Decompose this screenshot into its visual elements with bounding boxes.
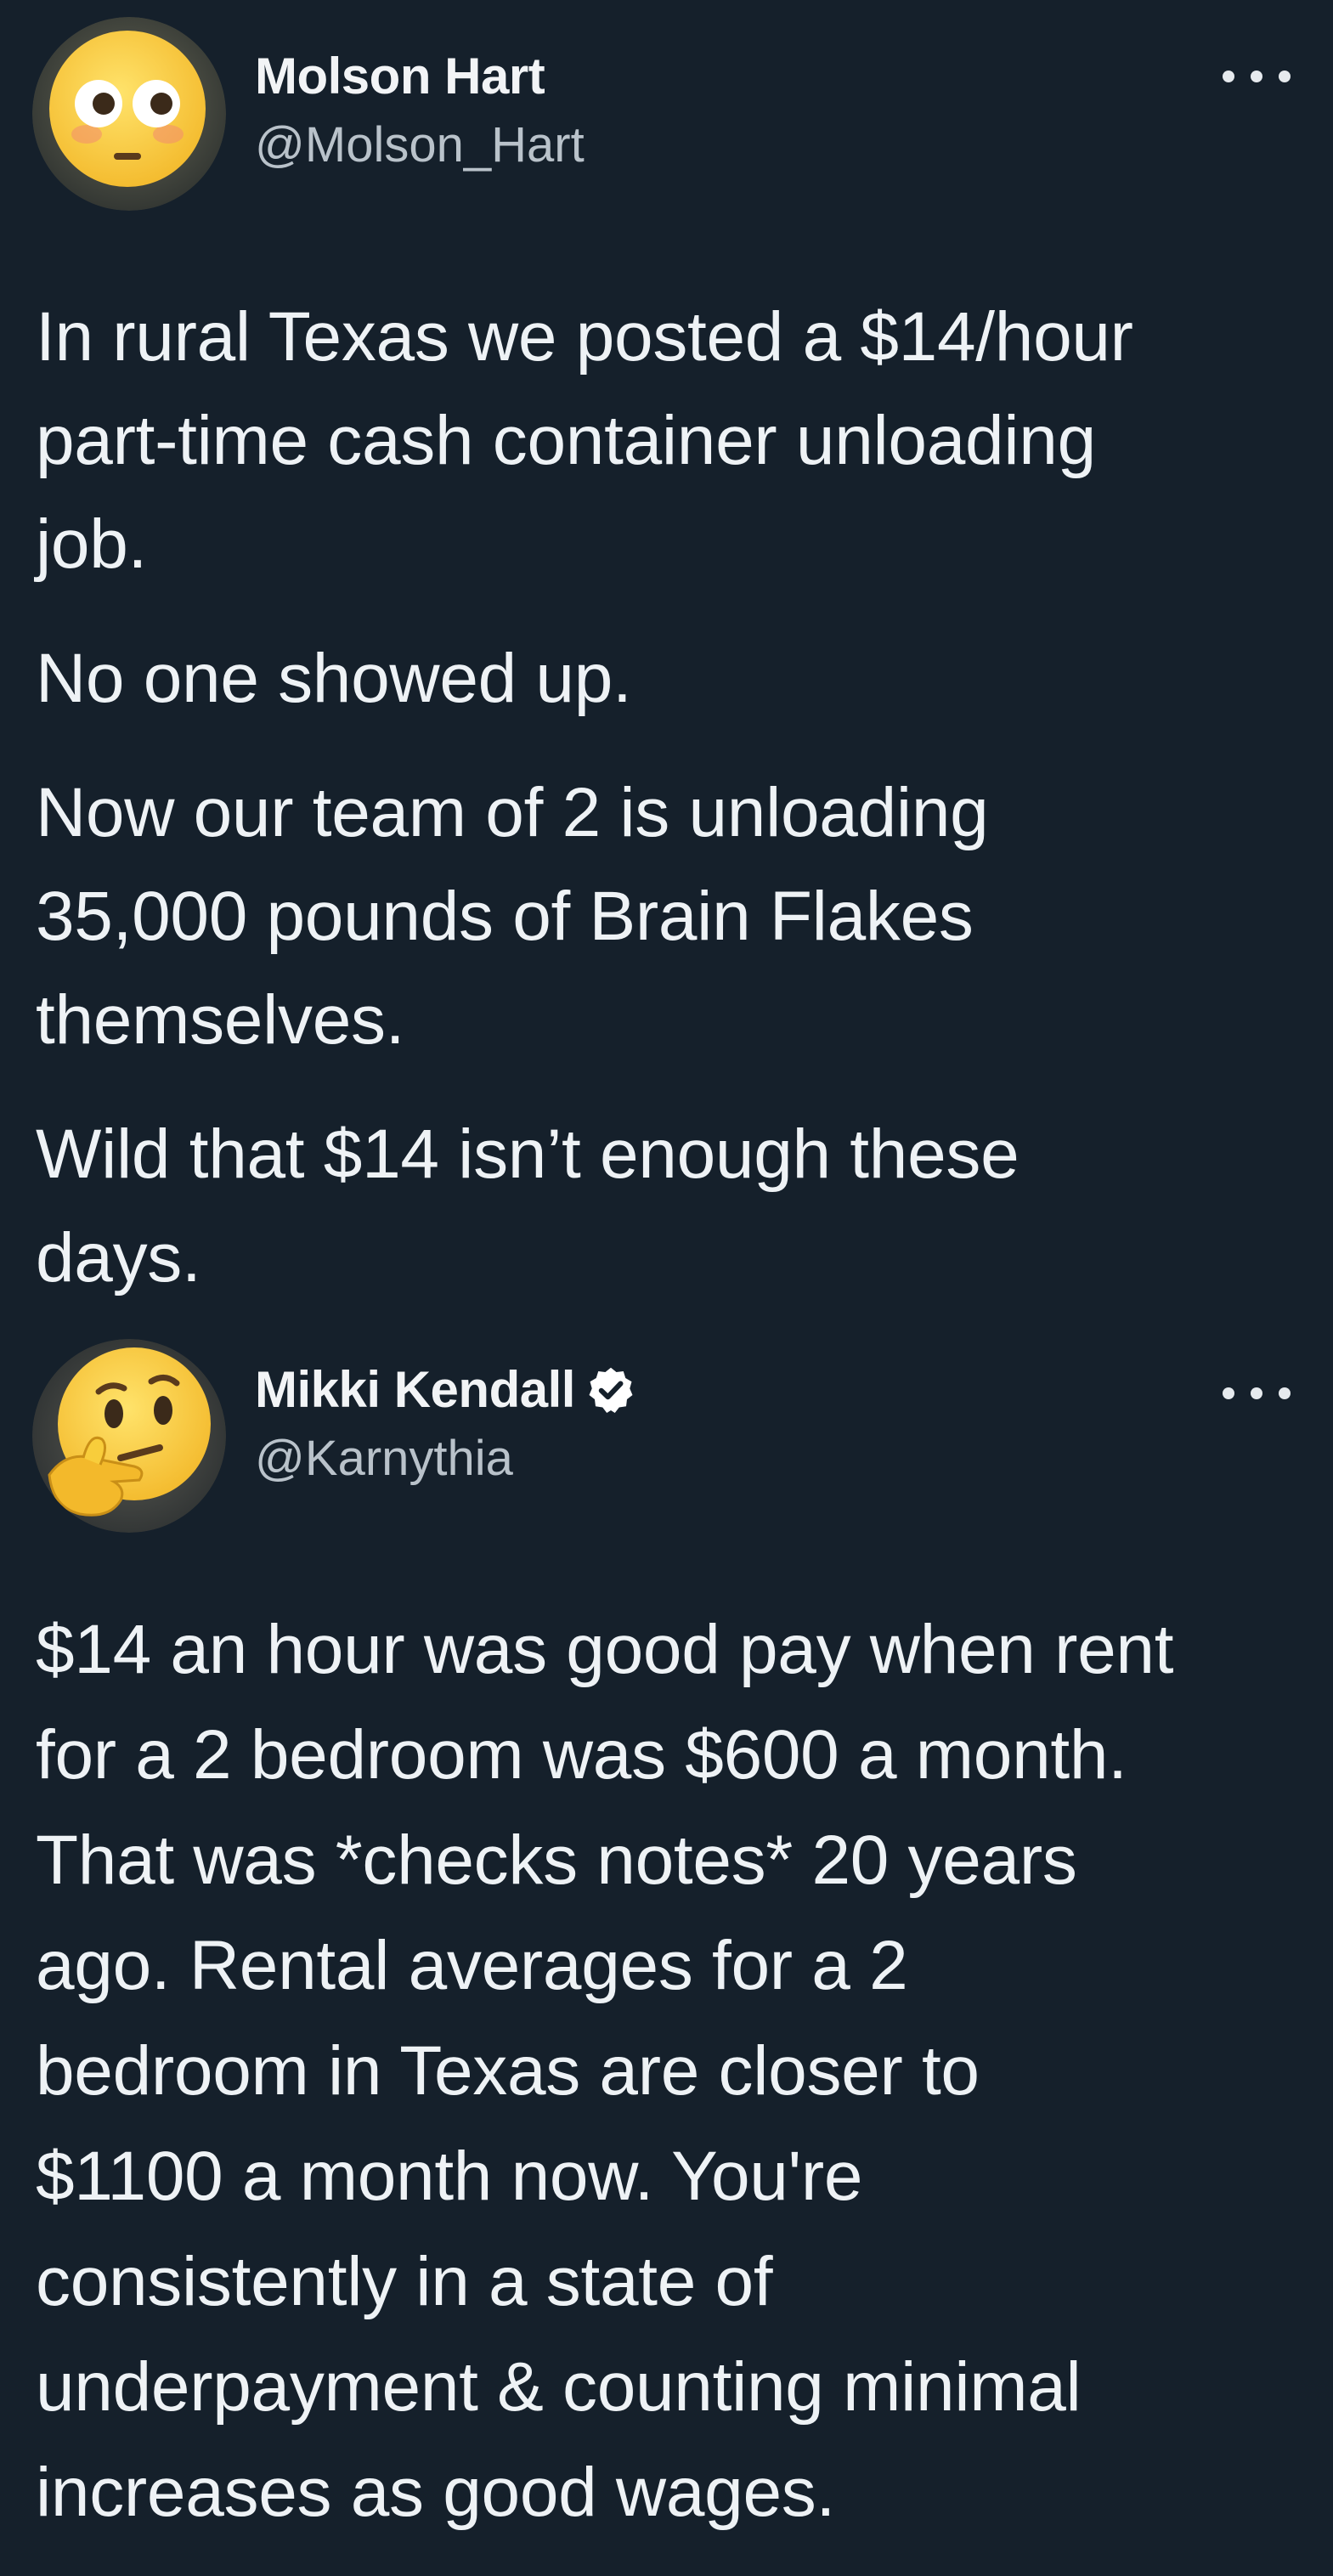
author-display-name[interactable]: Molson Hart [255, 46, 545, 107]
tweet-paragraph: $14 an hour was good pay when rent for a… [36, 1611, 1174, 2531]
tweet-paragraph: Now our team of 2 is unloading 35,000 po… [36, 774, 989, 1059]
verified-badge-icon [585, 1364, 636, 1415]
more-options-button[interactable] [1223, 1376, 1291, 1410]
flushed-face-emoji-icon [32, 17, 226, 211]
avatar[interactable] [32, 1339, 226, 1533]
display-name-text: Mikki Kendall [255, 1361, 575, 1418]
tweet-paragraph: Wild that $14 isn’t enough these days. [36, 1116, 1020, 1296]
author-display-name[interactable]: Mikki Kendall [255, 1359, 636, 1421]
tweet-molson-hart[interactable]: Molson Hart @Molson_Hart In rural Texas … [0, 0, 1333, 1308]
author-handle[interactable]: @Molson_Hart [255, 116, 585, 175]
tweet-text: In rural Texas we posted a $14/hour part… [36, 285, 1299, 1341]
ellipsis-icon [1223, 71, 1234, 82]
tweet-paragraph: In rural Texas we posted a $14/hour part… [36, 298, 1133, 583]
author-handle[interactable]: @Karnythia [255, 1429, 513, 1489]
tweet-paragraph: No one showed up. [36, 640, 632, 717]
tweet-mikki-kendall[interactable]: Mikki Kendall @Karnythia $14 an hour was… [0, 1308, 1333, 2549]
avatar[interactable] [32, 17, 226, 211]
more-options-button[interactable] [1223, 59, 1291, 93]
display-name-text: Molson Hart [255, 48, 545, 105]
tweet-text: $14 an hour was good pay when rent for a… [36, 1597, 1299, 2576]
thinking-face-emoji-icon [32, 1339, 226, 1533]
ellipsis-icon [1223, 1387, 1234, 1399]
